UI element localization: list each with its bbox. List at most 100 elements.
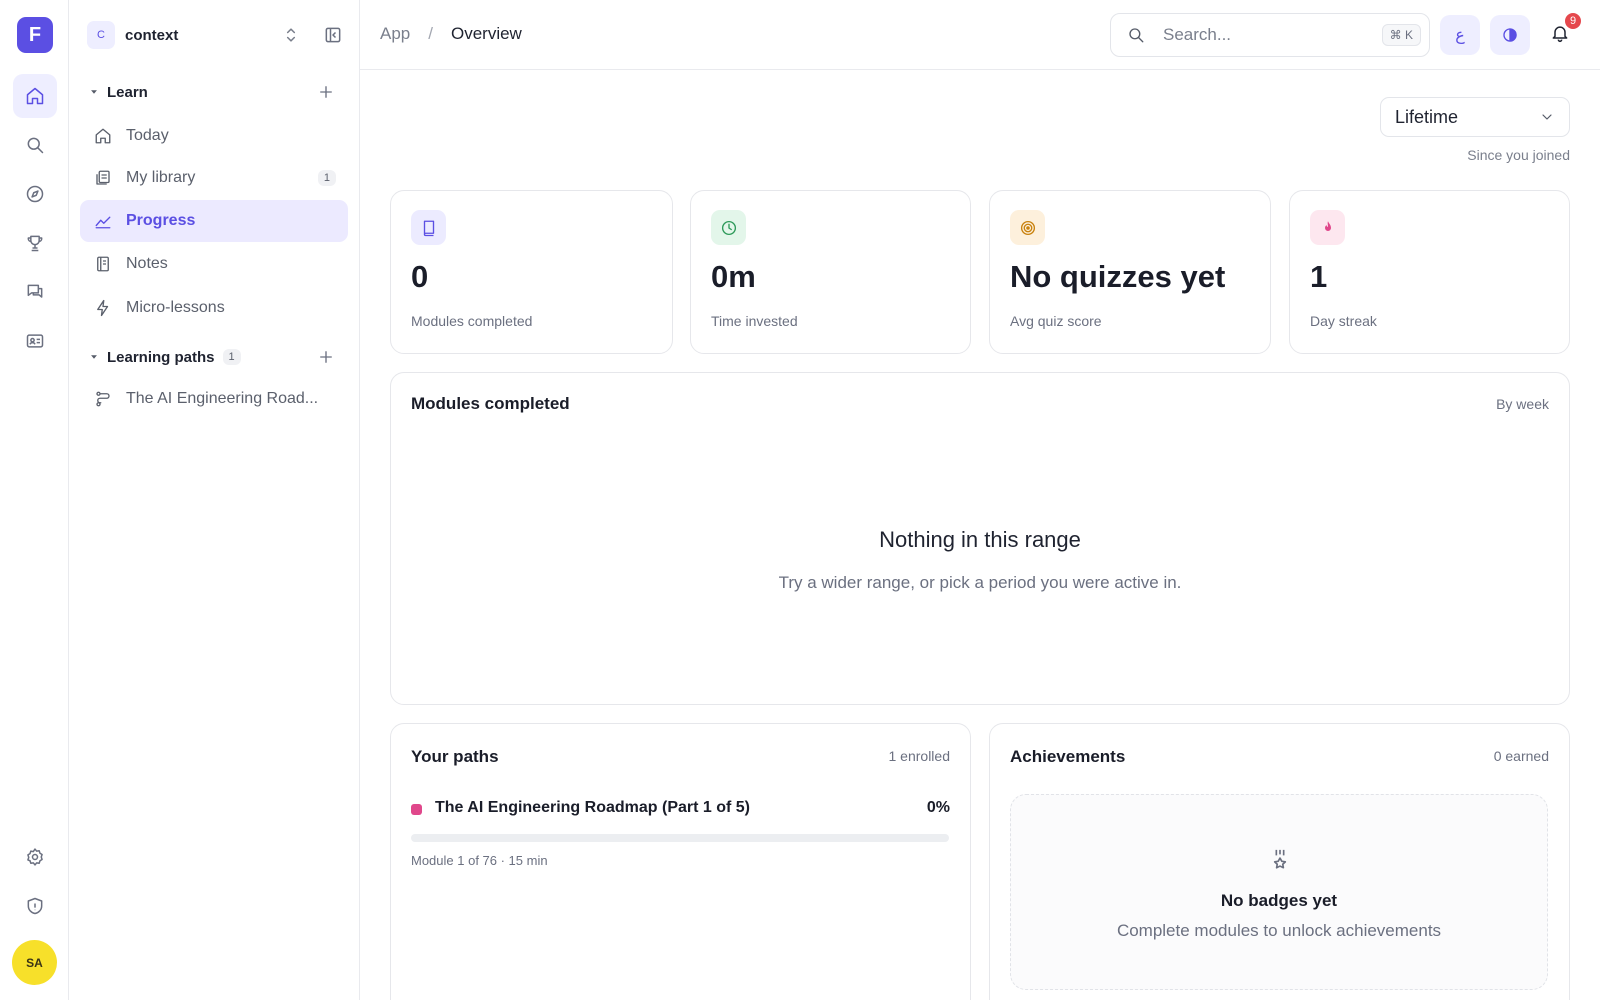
- breadcrumb-current: Overview: [450, 24, 522, 43]
- path-progress-bar: [411, 834, 949, 842]
- trophy-icon: [27, 235, 43, 252]
- path-name[interactable]: The AI Engineering Roadmap (Part 1 of 5): [435, 799, 750, 817]
- user-avatar[interactable]: SA: [12, 940, 57, 985]
- chevron-up-down-icon[interactable]: [281, 25, 301, 45]
- contrast-icon: [1503, 28, 1517, 42]
- sidebar-item-my-library[interactable]: My library 1: [80, 157, 348, 199]
- sidebar-item-label: My library: [126, 169, 196, 186]
- search-icon: [27, 137, 44, 154]
- id-card-icon: [26, 334, 44, 348]
- stat-label: Avg quiz score: [1010, 313, 1102, 329]
- workspace-switcher[interactable]: C context: [87, 19, 343, 51]
- rail-discuss-button[interactable]: [13, 270, 57, 314]
- language-button[interactable]: ع: [1440, 15, 1480, 55]
- achievements-empty-state: No badges yet Complete modules to unlock…: [1010, 794, 1548, 990]
- stat-icon-wrap: [711, 210, 746, 245]
- range-select[interactable]: Lifetime: [1380, 97, 1570, 137]
- achievements-earned-count: 0 earned: [1493, 748, 1549, 764]
- stat-card-modules: 0 Modules completed: [390, 190, 673, 354]
- settings-icon: [27, 848, 43, 866]
- sidebar-item-label: Progress: [126, 212, 196, 229]
- compass-icon: [26, 185, 44, 203]
- breadcrumb-root[interactable]: App: [380, 24, 410, 44]
- rail-home-button[interactable]: [13, 74, 57, 118]
- stat-icon-wrap: [411, 210, 446, 245]
- card-title: Your paths: [411, 747, 499, 766]
- home-icon: [95, 128, 111, 144]
- stat-value: 0: [411, 259, 429, 294]
- collapse-sidebar-icon[interactable]: [323, 25, 343, 45]
- section-title: Learning paths: [107, 348, 215, 366]
- stat-value: No quizzes yet: [1010, 259, 1226, 294]
- clock-icon: [721, 220, 736, 235]
- sidebar-item-label: Today: [126, 127, 169, 144]
- icon-rail: F SA: [0, 0, 69, 1000]
- shield-icon: [27, 897, 43, 915]
- paths-card: Your paths 1 enrolled The AI Engineering…: [390, 723, 971, 1000]
- sidebar-item-today[interactable]: Today: [80, 115, 348, 157]
- theme-toggle-button[interactable]: [1490, 15, 1530, 55]
- sidebar-item-label: Notes: [126, 255, 168, 272]
- stat-value: 0m: [711, 259, 756, 294]
- range-selected-value: Lifetime: [1395, 106, 1459, 127]
- rail-privacy-button[interactable]: [13, 884, 57, 928]
- rail-search-button[interactable]: [13, 123, 57, 167]
- section-title: Learn: [107, 83, 148, 101]
- rail-settings-button[interactable]: [13, 835, 57, 879]
- workspace-badge: C: [87, 21, 115, 49]
- paths-enrolled-count: 1 enrolled: [888, 748, 951, 764]
- stat-value: 1: [1310, 259, 1328, 294]
- rail-profile-card-button[interactable]: [13, 319, 57, 363]
- count-badge: 1: [222, 349, 241, 365]
- path-percent: 0%: [926, 799, 950, 816]
- chat-icon: [27, 284, 43, 298]
- add-icon[interactable]: [317, 348, 335, 366]
- medal-icon: [1273, 849, 1287, 869]
- sidebar-item-path[interactable]: The AI Engineering Road...: [80, 378, 348, 420]
- stat-label: Time invested: [711, 313, 798, 329]
- count-badge: 1: [317, 170, 336, 186]
- library-icon: [96, 170, 110, 185]
- caret-down-icon: [91, 90, 97, 94]
- rail-achievements-button[interactable]: [13, 221, 57, 265]
- search-placeholder: Search...: [1163, 25, 1232, 44]
- achievements-card: Achievements 0 earned No badges yet Comp…: [989, 723, 1570, 1000]
- card-title: Modules completed: [411, 394, 570, 413]
- search-icon: [1129, 28, 1144, 43]
- stat-icon-wrap: [1010, 210, 1045, 245]
- stat-label: Day streak: [1310, 313, 1377, 329]
- sidebar-item-notes[interactable]: Notes: [80, 243, 348, 285]
- search-shortcut: ⌘ K: [1381, 24, 1421, 46]
- stat-card-quiz: No quizzes yet Avg quiz score: [989, 190, 1271, 354]
- notification-badge: 9: [1563, 11, 1583, 31]
- top-bar: App / Overview Search... ⌘ K ع 9: [360, 0, 1600, 70]
- workspace-name: context: [125, 26, 179, 44]
- flame-icon: [1324, 220, 1331, 231]
- app-logo[interactable]: F: [17, 17, 53, 53]
- range-caption: Since you joined: [1467, 147, 1570, 163]
- stat-card-time: 0m Time invested: [690, 190, 971, 354]
- path-details: Module 1 of 76 · 15 min: [411, 853, 548, 868]
- empty-state-subtitle: Complete modules to unlock achievements: [1116, 921, 1442, 940]
- empty-state-title: No badges yet: [1220, 891, 1338, 910]
- breadcrumb: App / Overview: [380, 24, 522, 44]
- path-color-dot: [411, 804, 422, 815]
- rail-explore-button[interactable]: [13, 172, 57, 216]
- add-icon[interactable]: [317, 83, 335, 101]
- stat-card-streak: 1 Day streak: [1289, 190, 1570, 354]
- search-input[interactable]: Search... ⌘ K: [1110, 13, 1430, 57]
- chart-granularity[interactable]: By week: [1496, 396, 1549, 412]
- sidebar-item-progress[interactable]: Progress: [80, 200, 348, 242]
- sidebar: C context Learn Today My library 1 Progr…: [69, 0, 360, 1000]
- breadcrumb-separator: /: [428, 24, 433, 43]
- home-icon: [26, 87, 44, 105]
- section-learn[interactable]: Learn: [87, 79, 343, 105]
- stat-icon-wrap: [1310, 210, 1345, 245]
- empty-state-subtitle: Try a wider range, or pick a period you …: [778, 573, 1182, 592]
- empty-state-title: Nothing in this range: [879, 527, 1081, 552]
- section-learning-paths[interactable]: Learning paths 1: [87, 344, 343, 370]
- caret-down-icon: [91, 355, 97, 359]
- target-icon: [1020, 220, 1035, 235]
- sidebar-item-label: Micro-lessons: [126, 299, 225, 316]
- sidebar-item-micro-lessons[interactable]: Micro-lessons: [80, 287, 348, 329]
